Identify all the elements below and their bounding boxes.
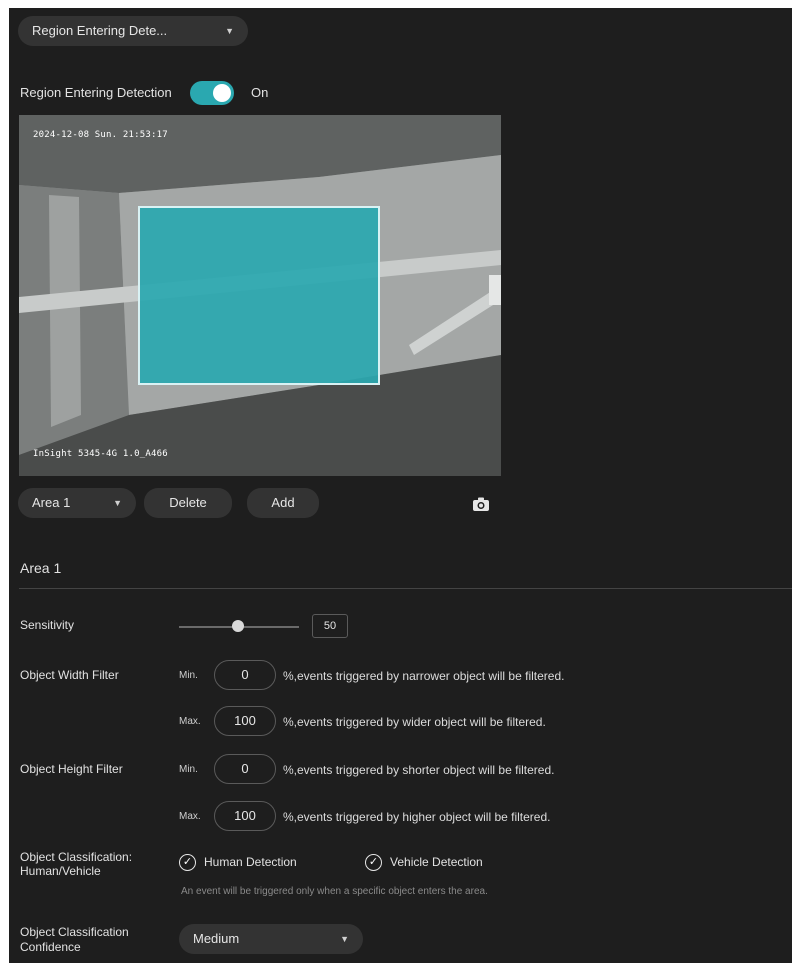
classification-label-line1: Object Classification: bbox=[20, 850, 133, 864]
chevron-down-icon: ▼ bbox=[225, 26, 234, 36]
classification-note: An event will be triggered only when a s… bbox=[181, 886, 488, 897]
toggle-state: On bbox=[251, 85, 269, 100]
confidence-select[interactable]: Medium ▼ bbox=[179, 924, 363, 954]
width-max-label: Max. bbox=[179, 716, 201, 727]
width-min-label: Min. bbox=[179, 670, 198, 681]
width-min-hint: %,events triggered by narrower object wi… bbox=[283, 669, 565, 683]
video-timestamp: 2024-12-08 Sun. 21:53:17 bbox=[33, 130, 168, 140]
camera-preview[interactable]: 2024-12-08 Sun. 21:53:17 InSight 5345-4G… bbox=[19, 115, 501, 476]
sensitivity-value[interactable]: 50 bbox=[312, 614, 348, 638]
height-min-hint: %,events triggered by shorter object wil… bbox=[283, 763, 555, 777]
width-max-input[interactable]: 100 bbox=[214, 706, 276, 736]
camera-icon[interactable] bbox=[472, 497, 490, 512]
height-filter-label: Object Height Filter bbox=[20, 762, 123, 776]
confidence-label-line2: Confidence bbox=[20, 940, 81, 954]
sensitivity-slider-thumb[interactable] bbox=[232, 620, 244, 632]
add-area-button[interactable]: Add bbox=[247, 488, 319, 518]
height-min-input[interactable]: 0 bbox=[214, 754, 276, 784]
detection-region[interactable] bbox=[138, 206, 380, 385]
settings-panel: Region Entering Dete... ▼ Region Enterin… bbox=[9, 8, 792, 963]
toggle-knob bbox=[213, 84, 231, 102]
width-min-input[interactable]: 0 bbox=[214, 660, 276, 690]
height-min-label: Min. bbox=[179, 764, 198, 775]
vehicle-detection-checkbox[interactable]: ✓ bbox=[365, 854, 382, 871]
confidence-label-line1: Object Classification bbox=[20, 925, 129, 939]
area-select-value: Area 1 bbox=[32, 495, 71, 510]
height-max-label: Max. bbox=[179, 811, 201, 822]
human-detection-checkbox[interactable]: ✓ bbox=[179, 854, 196, 871]
height-max-input[interactable]: 100 bbox=[214, 801, 276, 831]
chevron-down-icon: ▼ bbox=[113, 498, 122, 508]
detection-toggle[interactable] bbox=[190, 81, 234, 105]
section-divider bbox=[19, 588, 792, 589]
human-detection-label: Human Detection bbox=[204, 855, 297, 869]
sensitivity-label: Sensitivity bbox=[20, 618, 75, 632]
detection-type-value: Region Entering Dete... bbox=[32, 23, 168, 38]
width-filter-label: Object Width Filter bbox=[20, 668, 119, 682]
delete-area-button[interactable]: Delete bbox=[144, 488, 232, 518]
vehicle-detection-label: Vehicle Detection bbox=[390, 855, 483, 869]
chevron-down-icon: ▼ bbox=[340, 934, 349, 944]
detection-type-select[interactable]: Region Entering Dete... ▼ bbox=[18, 16, 248, 46]
camera-name-overlay: InSight 5345-4G 1.0_A466 bbox=[33, 449, 168, 459]
width-max-hint: %,events triggered by wider object will … bbox=[283, 715, 546, 729]
area-select[interactable]: Area 1 ▼ bbox=[18, 488, 136, 518]
region-entering-label: Region Entering Detection bbox=[20, 85, 172, 100]
classification-label-line2: Human/Vehicle bbox=[20, 864, 101, 878]
height-max-hint: %,events triggered by higher object will… bbox=[283, 810, 551, 824]
section-title: Area 1 bbox=[20, 560, 62, 576]
confidence-value: Medium bbox=[193, 931, 240, 946]
